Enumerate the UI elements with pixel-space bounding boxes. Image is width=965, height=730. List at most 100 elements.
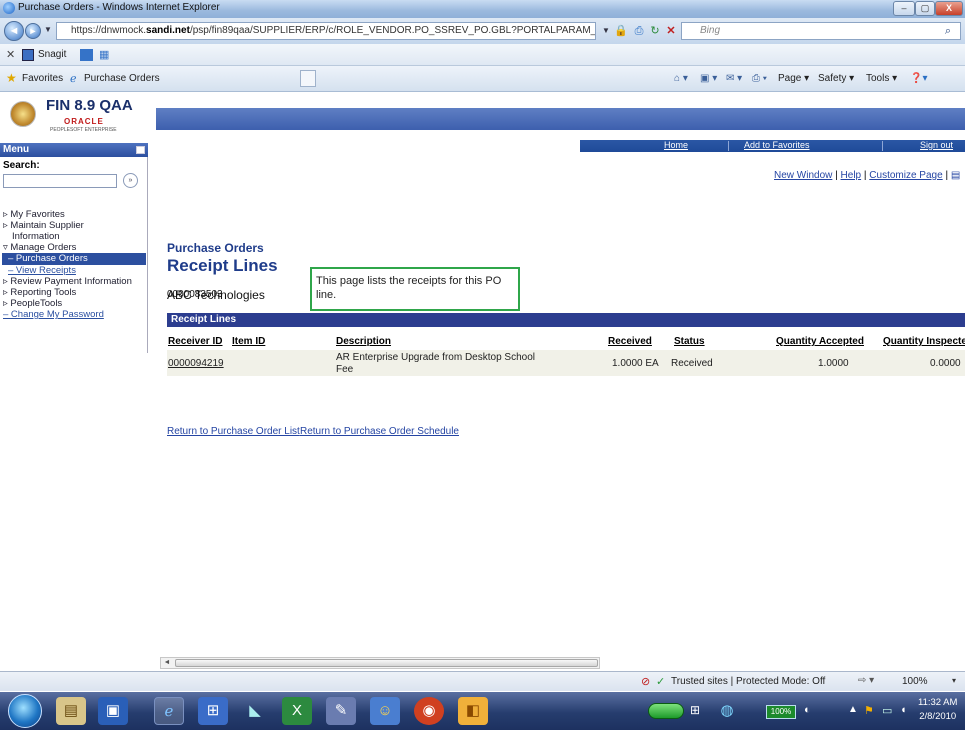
scroll-left-icon[interactable]: ◄: [161, 658, 173, 668]
snagit-capture-icon[interactable]: [80, 49, 93, 61]
menu-search-go-icon[interactable]: »: [123, 173, 138, 188]
col-item-id[interactable]: Item ID: [232, 336, 265, 347]
page-menu[interactable]: Page ▾: [778, 73, 809, 84]
maximize-button[interactable]: ▢: [915, 1, 935, 16]
collapse-menu-icon[interactable]: [136, 146, 145, 154]
forward-icon[interactable]: ►: [25, 23, 41, 39]
scroll-thumb[interactable]: [175, 659, 598, 667]
close-button[interactable]: X: [935, 1, 963, 16]
minimize-button[interactable]: –: [893, 1, 915, 16]
menu-my-favorites[interactable]: ▹ My Favorites: [3, 209, 65, 220]
left-menu: Menu Search: » ▹ My Favorites ▹ Maintain…: [0, 143, 148, 353]
globe-app-icon[interactable]: ◍: [712, 697, 742, 725]
col-description[interactable]: Description: [336, 336, 391, 347]
menu-change-password[interactable]: – Change My Password: [3, 309, 104, 320]
qty-inspected-cell: 0.0000: [930, 358, 961, 369]
refresh-icon[interactable]: ↻: [648, 24, 662, 38]
window-title: Purchase Orders - Windows Internet Explo…: [18, 2, 220, 13]
receiver-id-link[interactable]: 0000094219: [168, 358, 224, 369]
menu-peopletools[interactable]: ▹ PeopleTools: [3, 298, 62, 309]
help-icon[interactable]: ❓▾: [910, 73, 927, 84]
col-status[interactable]: Status: [674, 336, 705, 347]
show-hidden-icons[interactable]: ▲: [848, 704, 858, 715]
snagit-icon: [22, 49, 34, 61]
url-path: /psp/fin89qaa/SUPPLIER/ERP/c/ROLE_VENDOR…: [189, 25, 596, 36]
address-dropdown-icon[interactable]: ▼: [599, 24, 613, 38]
new-window-link[interactable]: New Window: [774, 170, 832, 181]
close-toolbar-icon[interactable]: ✕: [6, 48, 15, 61]
addons-icon[interactable]: ⇨ ▾: [858, 675, 874, 686]
menu-review-payment[interactable]: ▹ Review Payment Information: [3, 276, 132, 287]
messenger-icon[interactable]: ☺: [370, 697, 400, 725]
search-input[interactable]: Bing: [681, 22, 961, 40]
stop-icon[interactable]: ✕: [664, 24, 678, 38]
back-icon[interactable]: ◄: [4, 21, 24, 41]
display-icon[interactable]: ▭: [882, 704, 892, 717]
menu-maintain-supplier-info[interactable]: Information: [12, 231, 60, 242]
new-tab-button[interactable]: [300, 70, 316, 87]
search-icon[interactable]: ⌕: [941, 24, 955, 38]
tray-network-icon[interactable]: ◐: [804, 704, 811, 716]
menu-search-label: Search:: [3, 160, 40, 171]
flag-icon[interactable]: ⚑: [864, 704, 874, 717]
menu-view-receipts[interactable]: – View Receipts: [8, 265, 76, 276]
lock-icon[interactable]: 🔒: [614, 24, 628, 38]
page-title: Receipt Lines: [167, 256, 278, 275]
home-link[interactable]: Home: [664, 140, 688, 150]
add-to-favorites-link[interactable]: Add to Favorites: [744, 140, 810, 150]
col-qty-inspected[interactable]: Quantity Inspected: [883, 336, 965, 347]
return-po-list-link[interactable]: Return to Purchase Order List: [167, 426, 300, 437]
favorites-button[interactable]: Favorites: [22, 73, 63, 84]
print-icon[interactable]: ⎙ ▾: [752, 73, 767, 84]
tab-purchase-orders[interactable]: Purchase Orders: [84, 73, 160, 84]
menu-search-input[interactable]: [3, 174, 117, 188]
compat-view-icon[interactable]: ⎙: [632, 24, 646, 38]
favorites-star-icon: ★: [6, 71, 17, 85]
return-po-schedule-link[interactable]: Return to Purchase Order Schedule: [300, 426, 459, 437]
internet-explorer-icon[interactable]: ℯ: [154, 697, 184, 725]
favorites-bar: ★ Favorites ℯ Purchase Orders ⌂ ▾ ▣ ▾ ✉ …: [0, 66, 965, 92]
description-cell-line2: Fee: [336, 364, 354, 375]
horizontal-scrollbar[interactable]: ◄: [160, 657, 600, 669]
battery-percent[interactable]: 100%: [766, 705, 796, 719]
home-icon[interactable]: ⌂ ▾: [674, 73, 688, 84]
received-cell: 1.0000 EA: [612, 358, 659, 369]
chrome-icon[interactable]: ◉: [414, 697, 444, 725]
network-app-icon[interactable]: ⊞: [690, 703, 700, 717]
address-input[interactable]: https://dnwmock.sandi.net/psp/fin89qaa/S…: [56, 22, 596, 40]
zoom-level[interactable]: 100%: [902, 676, 928, 687]
sign-out-link[interactable]: Sign out: [920, 140, 953, 150]
menu-maintain-supplier[interactable]: ▹ Maintain Supplier: [3, 220, 84, 231]
menu-reporting-tools[interactable]: ▹ Reporting Tools: [3, 287, 76, 298]
sharp-icon[interactable]: ◣: [240, 697, 270, 725]
feeds-icon[interactable]: ▣ ▾: [700, 73, 717, 84]
help-link[interactable]: Help: [841, 170, 862, 181]
explorer-icon[interactable]: ▤: [56, 697, 86, 725]
battery-widget-icon[interactable]: [648, 703, 684, 719]
app-icon[interactable]: ▣: [98, 697, 128, 725]
customize-page-link[interactable]: Customize Page: [869, 170, 942, 181]
col-qty-accepted[interactable]: Quantity Accepted: [776, 336, 864, 347]
volume-icon[interactable]: ◖: [900, 704, 907, 716]
tools-menu[interactable]: Tools ▾: [866, 73, 897, 84]
start-button[interactable]: [8, 694, 42, 728]
oracle-logo: ORACLE: [64, 117, 104, 126]
popup-blocked-icon[interactable]: ⊘: [641, 675, 650, 688]
snagit-label[interactable]: Snagit: [38, 49, 66, 60]
excel-icon[interactable]: X: [282, 697, 312, 725]
mail-icon[interactable]: ✉ ▾: [726, 73, 742, 84]
safety-menu[interactable]: Safety ▾: [818, 73, 854, 84]
security-zone[interactable]: Trusted sites | Protected Mode: Off: [671, 676, 825, 687]
snagit-app-icon[interactable]: ◧: [458, 697, 488, 725]
clock[interactable]: 11:32 AM 2/8/2010: [918, 696, 957, 724]
snagit-edit-icon[interactable]: ▦: [99, 48, 109, 61]
col-received[interactable]: Received: [608, 336, 652, 347]
col-receiver-id[interactable]: Receiver ID: [168, 336, 222, 347]
notepad-icon[interactable]: ✎: [326, 697, 356, 725]
zoom-dropdown-icon[interactable]: ▾: [952, 676, 956, 685]
windows-app-icon[interactable]: ⊞: [198, 697, 228, 725]
menu-manage-orders[interactable]: ▿ Manage Orders: [3, 242, 76, 253]
http-icon[interactable]: ▤: [951, 170, 960, 181]
menu-purchase-orders[interactable]: – Purchase Orders: [2, 253, 146, 265]
history-dropdown-icon[interactable]: ▼: [44, 25, 52, 34]
